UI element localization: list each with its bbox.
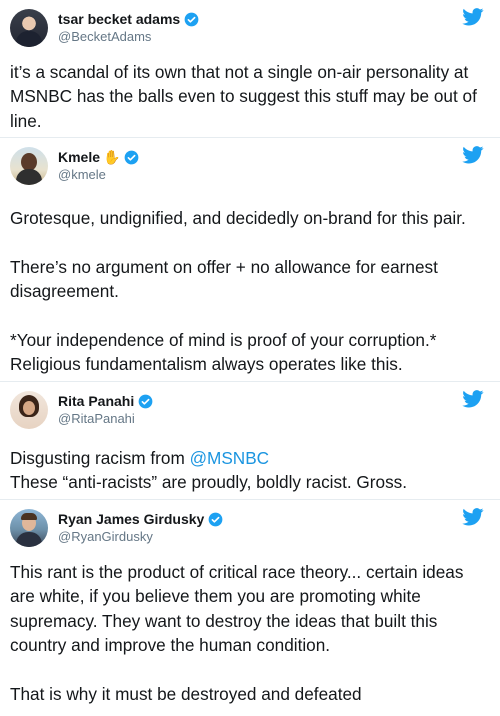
- avatar[interactable]: [10, 147, 48, 185]
- tweet-text: it’s a scandal of its own that not a sin…: [10, 62, 482, 131]
- display-name[interactable]: Rita Panahi: [58, 392, 134, 410]
- tweet-header: Ryan James Girdusky @RyanGirdusky: [10, 500, 490, 556]
- verified-badge-icon: [184, 12, 199, 26]
- avatar[interactable]: [10, 391, 48, 429]
- tweet-header: Kmele ✋ @kmele: [10, 138, 490, 194]
- twitter-bird-icon[interactable]: [462, 146, 484, 164]
- tweet-card: Rita Panahi @RitaPanahi Disgusting racis…: [0, 381, 500, 499]
- display-name[interactable]: Kmele: [58, 148, 100, 166]
- tweet-text-prefix: Disgusting racism from: [10, 448, 190, 468]
- tweet-text: Grotesque, undignified, and decidedly on…: [10, 208, 466, 375]
- verified-badge-icon: [138, 394, 153, 408]
- avatar[interactable]: [10, 509, 48, 547]
- tweet-text: This rant is the product of critical rac…: [10, 562, 464, 705]
- tweet-text: Disgusting racism from @MSNBC These “ant…: [10, 438, 490, 505]
- twitter-bird-icon[interactable]: [462, 8, 484, 26]
- verified-badge-icon: [125, 150, 139, 164]
- handle[interactable]: @RyanGirdusky: [58, 528, 223, 546]
- display-name[interactable]: Ryan James Girdusky: [58, 510, 204, 528]
- tweet-card: tsar becket adams @BecketAdams it’s a sc…: [0, 0, 500, 137]
- display-name[interactable]: tsar becket adams: [58, 10, 180, 28]
- avatar[interactable]: [10, 9, 48, 47]
- tweet-header: Rita Panahi @RitaPanahi: [10, 382, 490, 438]
- handle[interactable]: @kmele: [58, 166, 139, 184]
- handle[interactable]: @BecketAdams: [58, 28, 199, 46]
- tweet-card: Kmele ✋ @kmele Grotesque, undignified, a…: [0, 137, 500, 381]
- handle[interactable]: @RitaPanahi: [58, 410, 153, 428]
- verified-badge-icon: [208, 512, 223, 526]
- mention-link[interactable]: @MSNBC: [190, 448, 270, 468]
- raised-hand-emoji: ✋: [103, 149, 121, 165]
- tweet-header: tsar becket adams @BecketAdams: [10, 0, 490, 56]
- twitter-bird-icon[interactable]: [462, 508, 484, 526]
- tweet-text-suffix: These “anti-racists” are proudly, boldly…: [10, 472, 408, 493]
- twitter-bird-icon[interactable]: [462, 390, 484, 408]
- tweet-card: Ryan James Girdusky @RyanGirdusky This r…: [0, 499, 500, 704]
